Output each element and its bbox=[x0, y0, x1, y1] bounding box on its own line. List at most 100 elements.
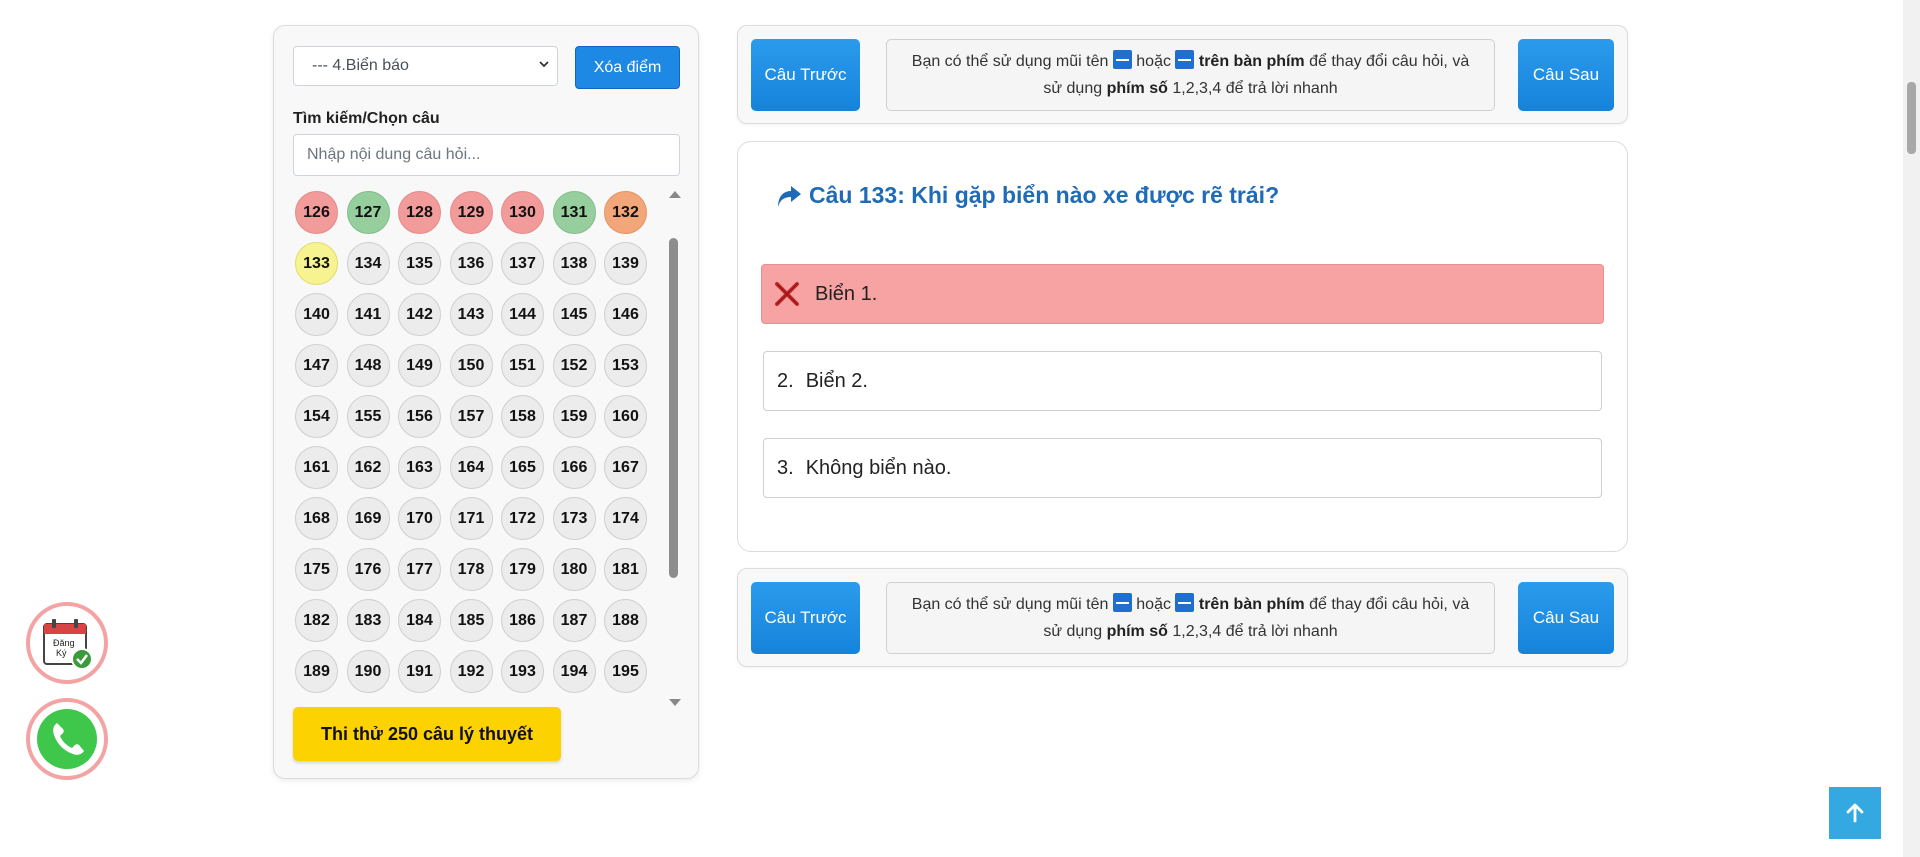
question-number-button[interactable]: 193 bbox=[501, 650, 544, 693]
question-number-button[interactable]: 134 bbox=[346, 242, 390, 285]
question-number-button[interactable]: 138 bbox=[552, 242, 596, 285]
question-number-button[interactable]: 183 bbox=[346, 599, 390, 642]
question-number-button[interactable]: 154 bbox=[295, 395, 338, 438]
question-number-button[interactable]: 164 bbox=[449, 446, 493, 489]
question-number-button[interactable]: 175 bbox=[295, 548, 338, 591]
call-floating-button[interactable] bbox=[26, 698, 108, 780]
question-number-button[interactable]: 156 bbox=[398, 395, 441, 438]
question-number-button[interactable]: 173 bbox=[552, 497, 596, 540]
search-label: Tìm kiếm/Chọn câu bbox=[293, 110, 440, 127]
question-number-button[interactable]: 186 bbox=[501, 599, 544, 642]
question-number-button[interactable]: 167 bbox=[604, 446, 647, 489]
question-number-button[interactable]: 192 bbox=[449, 650, 493, 693]
question-number-button[interactable]: 185 bbox=[449, 599, 493, 642]
question-number-button[interactable]: 130 bbox=[501, 191, 544, 234]
question-number-button[interactable]: 128 bbox=[398, 191, 441, 234]
question-grid-list: 126 127 128 129 130 131 132 133 134 135 136 137 138 1… bbox=[295, 191, 655, 693]
question-number-button[interactable]: 194 bbox=[552, 650, 596, 693]
question-number-button[interactable]: 147 bbox=[295, 344, 338, 387]
question-number-button[interactable]: 158 bbox=[501, 395, 544, 438]
question-number-button[interactable]: 182 bbox=[295, 599, 338, 642]
question-number-button[interactable]: 132 bbox=[604, 191, 647, 234]
question-number-button[interactable]: 160 bbox=[604, 395, 647, 438]
reset-score-button[interactable]: Xóa điểm bbox=[575, 46, 680, 89]
question-number-button[interactable]: 153 bbox=[604, 344, 647, 387]
question-number-button[interactable]: 178 bbox=[449, 548, 493, 591]
question-title-text: Câu 133: Khi gặp biển nào xe được rẽ trá… bbox=[809, 182, 1280, 208]
scroll-down-arrow-icon[interactable] bbox=[669, 699, 681, 706]
question-number-button[interactable]: 172 bbox=[501, 497, 544, 540]
hint-bold-text: trên bàn phím bbox=[1198, 596, 1305, 613]
question-number-button[interactable]: 195 bbox=[604, 650, 647, 693]
question-number-button[interactable]: 141 bbox=[346, 293, 390, 336]
next-question-button[interactable]: Câu Sau bbox=[1518, 39, 1614, 111]
question-number-button[interactable]: 135 bbox=[398, 242, 441, 285]
scroll-thumb[interactable] bbox=[669, 238, 678, 578]
question-number-button[interactable]: 189 bbox=[295, 650, 338, 693]
question-number-button[interactable]: 144 bbox=[501, 293, 544, 336]
question-number-button[interactable]: 139 bbox=[604, 242, 647, 285]
question-number-button[interactable]: 148 bbox=[346, 344, 390, 387]
question-number-button[interactable]: 188 bbox=[604, 599, 647, 642]
question-number-button[interactable]: 140 bbox=[295, 293, 338, 336]
phone-icon bbox=[37, 709, 97, 769]
grid-scrollbar[interactable] bbox=[666, 188, 682, 713]
question-number-button[interactable]: 187 bbox=[552, 599, 596, 642]
topic-select-value: --- 4.Biển báo bbox=[312, 57, 409, 74]
next-question-button[interactable]: Câu Sau bbox=[1518, 582, 1614, 654]
hint-text: Bạn có thể sử dụng mũi tên bbox=[911, 53, 1113, 70]
right-arrow-key-icon bbox=[1175, 50, 1195, 69]
question-number-button[interactable]: 126 bbox=[295, 191, 338, 234]
question-number-button[interactable]: 171 bbox=[449, 497, 493, 540]
search-input[interactable]: Nhập nội dung câu hỏi... bbox=[293, 134, 680, 176]
answer-option-2[interactable]: 2. Biển 2. bbox=[763, 351, 1602, 411]
search-placeholder: Nhập nội dung câu hỏi... bbox=[307, 146, 481, 163]
answer-option-1[interactable]: Biển 1. bbox=[761, 264, 1604, 324]
page-scrollbar[interactable] bbox=[1903, 0, 1920, 857]
prev-question-button[interactable]: Câu Trước bbox=[751, 39, 860, 111]
question-number-button[interactable]: 161 bbox=[295, 446, 338, 489]
prev-question-button[interactable]: Câu Trước bbox=[751, 582, 860, 654]
question-number-button[interactable]: 163 bbox=[398, 446, 441, 489]
question-number-button[interactable]: 146 bbox=[604, 293, 647, 336]
question-number-button[interactable]: 180 bbox=[552, 548, 596, 591]
keyboard-hint: Bạn có thể sử dụng mũi tên hoặc trên bàn… bbox=[886, 39, 1495, 111]
answer-option-3[interactable]: 3. Không biển nào. bbox=[763, 438, 1602, 498]
question-number-button[interactable]: 191 bbox=[398, 650, 441, 693]
question-number-button[interactable]: 165 bbox=[501, 446, 544, 489]
back-to-top-button[interactable] bbox=[1829, 787, 1881, 839]
scroll-up-arrow-icon[interactable] bbox=[669, 191, 681, 198]
topic-select[interactable]: --- 4.Biển báo bbox=[293, 46, 558, 86]
question-number-button[interactable]: 133 bbox=[295, 242, 338, 285]
question-number-button[interactable]: 181 bbox=[604, 548, 647, 591]
practice-exam-button[interactable]: Thi thử 250 câu lý thuyết bbox=[293, 707, 561, 761]
question-number-button[interactable]: 166 bbox=[552, 446, 596, 489]
question-number-button[interactable]: 150 bbox=[449, 344, 493, 387]
question-number-button[interactable]: 162 bbox=[346, 446, 390, 489]
question-number-button[interactable]: 145 bbox=[552, 293, 596, 336]
question-number-button[interactable]: 131 bbox=[552, 191, 596, 234]
question-number-button[interactable]: 179 bbox=[501, 548, 544, 591]
question-number-button[interactable]: 168 bbox=[295, 497, 338, 540]
question-number-button[interactable]: 143 bbox=[449, 293, 493, 336]
question-number-button[interactable]: 159 bbox=[552, 395, 596, 438]
question-number-button[interactable]: 155 bbox=[346, 395, 390, 438]
question-number-button[interactable]: 190 bbox=[346, 650, 390, 693]
question-number-button[interactable]: 136 bbox=[449, 242, 493, 285]
question-number-button[interactable]: 127 bbox=[346, 191, 390, 234]
question-number-button[interactable]: 157 bbox=[449, 395, 493, 438]
question-number-button[interactable]: 149 bbox=[398, 344, 441, 387]
page-scroll-thumb[interactable] bbox=[1907, 82, 1916, 154]
question-number-button[interactable]: 152 bbox=[552, 344, 596, 387]
question-number-button[interactable]: 137 bbox=[501, 242, 544, 285]
question-number-button[interactable]: 142 bbox=[398, 293, 441, 336]
question-number-button[interactable]: 169 bbox=[346, 497, 390, 540]
question-number-button[interactable]: 174 bbox=[604, 497, 647, 540]
register-floating-button[interactable]: Đăng Ký bbox=[26, 602, 108, 684]
question-number-button[interactable]: 177 bbox=[398, 548, 441, 591]
question-number-button[interactable]: 129 bbox=[449, 191, 493, 234]
question-number-button[interactable]: 184 bbox=[398, 599, 441, 642]
question-number-button[interactable]: 151 bbox=[501, 344, 544, 387]
question-number-button[interactable]: 170 bbox=[398, 497, 441, 540]
question-number-button[interactable]: 176 bbox=[346, 548, 390, 591]
